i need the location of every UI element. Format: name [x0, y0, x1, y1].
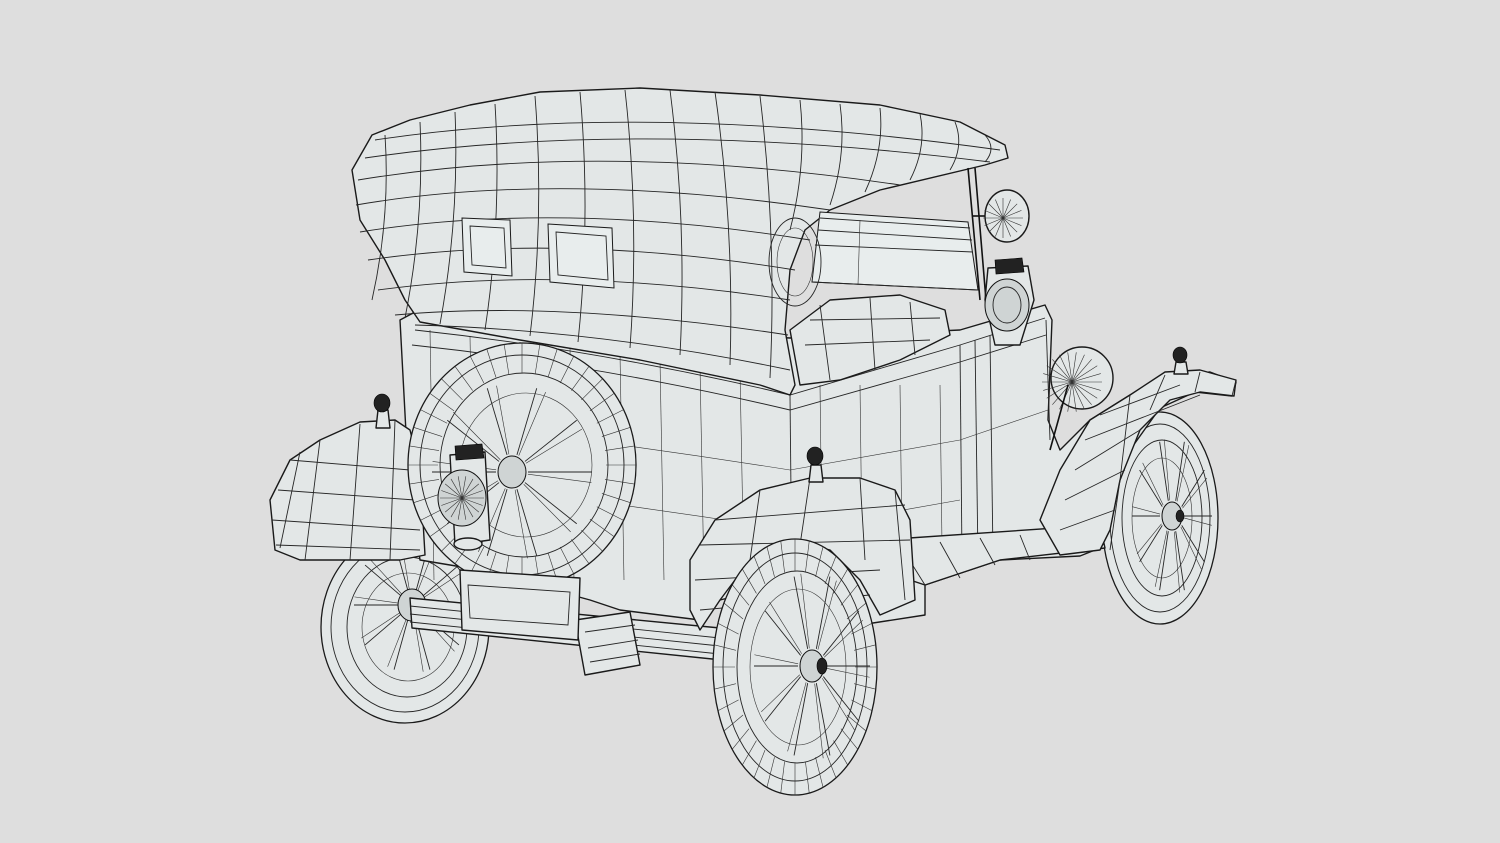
fender-knob-right: [1172, 346, 1189, 375]
rear-left-fender: [269, 419, 426, 561]
3d-viewport[interactable]: [0, 0, 1500, 843]
rear-right-wheel: [712, 538, 878, 796]
car-wireframe-model: [269, 87, 1237, 796]
fender-knob-left: [373, 393, 391, 429]
spare-wheel: [407, 342, 637, 588]
license-plate: [459, 569, 581, 641]
